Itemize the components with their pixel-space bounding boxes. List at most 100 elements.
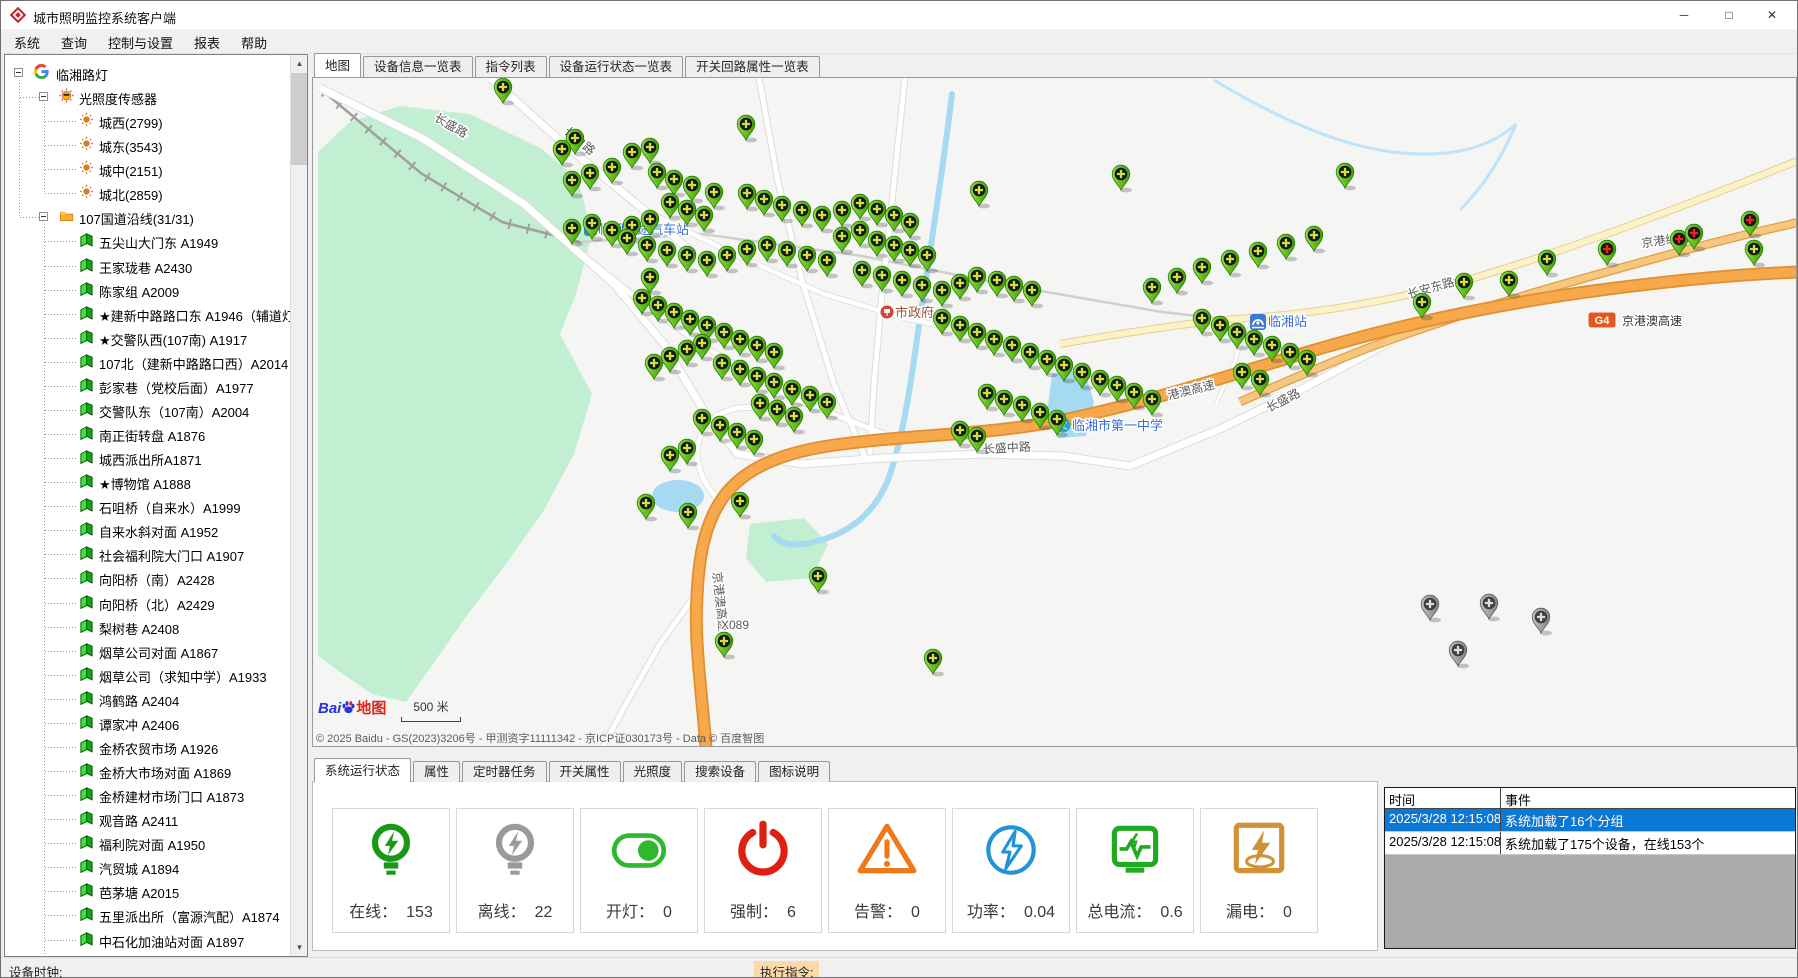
tree-label[interactable]: 石咀桥（自来水）A1999	[99, 498, 241, 517]
tree-item-1-19[interactable]: 鸿鹤路 A2404	[6, 687, 290, 711]
tree-label[interactable]: 向阳桥（南）A2428	[99, 570, 215, 589]
map-tab-0[interactable]: 地图	[314, 53, 361, 77]
map-canvas[interactable]: 长盛路长白路长盛中路长盛路长安东路京港线港澳高速京港澳高速X089 G4京港澳高…	[313, 78, 1797, 747]
tree-group-0[interactable]: 光照度传感器	[6, 85, 290, 109]
tree-label[interactable]: 金桥大市场对面 A1869	[99, 763, 231, 782]
tree-item-1-15[interactable]: 向阳桥（北）A2429	[6, 591, 290, 615]
tree-label[interactable]: 陈家组 A2009	[99, 282, 179, 301]
bottom-tab-6[interactable]: 图标说明	[758, 761, 830, 782]
maximize-button[interactable]: □	[1708, 1, 1750, 29]
event-log-col-event[interactable]: 事件	[1501, 788, 1795, 808]
tree-label[interactable]: ★博物馆 A1888	[99, 474, 191, 493]
tree-item-1-5[interactable]: 107北（建新中路路口西）A2014	[6, 350, 290, 374]
event-row-1[interactable]: 2025/3/28 12:15:08系统加载了175个设备，在线153个	[1385, 832, 1795, 855]
tree-label[interactable]: 城中(2151)	[99, 161, 163, 180]
tree-collapse-icon[interactable]	[14, 68, 23, 77]
scrollbar-thumb[interactable]	[291, 73, 308, 165]
tree-item-1-3[interactable]: ★建新中路路口东 A1946（辅道灯）	[6, 302, 290, 326]
tree-item-0-3[interactable]: 城北(2859)	[6, 181, 290, 205]
tree-item-1-0[interactable]: 五尖山大门东 A1949	[6, 229, 290, 253]
tree-label[interactable]: 汽贸城 A1894	[99, 859, 179, 878]
tree-label[interactable]: 城西派出所A1871	[99, 450, 202, 469]
tree-item-1-1[interactable]: 王家珑巷 A2430	[6, 254, 290, 278]
tree-label[interactable]: 五尖山大门东 A1949	[99, 233, 218, 252]
tree-item-1-14[interactable]: 向阳桥（南）A2428	[6, 566, 290, 590]
map-tab-4[interactable]: 开关回路属性一览表	[685, 56, 820, 77]
tree-item-1-12[interactable]: 自来水斜对面 A1952	[6, 518, 290, 542]
bottom-tab-3[interactable]: 开关属性	[549, 761, 621, 782]
tree-item-1-22[interactable]: 金桥大市场对面 A1869	[6, 759, 290, 783]
tree-item-1-9[interactable]: 城西派出所A1871	[6, 446, 290, 470]
tree-label[interactable]: 观音路 A2411	[99, 811, 178, 830]
tree-label[interactable]: ★交警队西(107南) A1917	[99, 330, 247, 349]
map-tab-1[interactable]: 设备信息一览表	[363, 56, 473, 77]
close-button[interactable]: ✕	[1751, 1, 1793, 29]
tree-label[interactable]: 中石化加油站对面 A1897	[99, 932, 244, 951]
tree-item-1-27[interactable]: 芭茅塘 A2015	[6, 879, 290, 903]
tree-label[interactable]: 王家珑巷 A2430	[99, 258, 192, 277]
scroll-up-icon[interactable]: ▲	[291, 55, 308, 72]
map-tab-2[interactable]: 指令列表	[475, 56, 547, 77]
tree-item-1-23[interactable]: 金桥建材市场门口 A1873	[6, 783, 290, 807]
event-log-col-time[interactable]: 时间	[1385, 788, 1501, 808]
tree-label[interactable]: 梨树巷 A2408	[99, 619, 179, 638]
tree-item-1-13[interactable]: 社会福利院大门口 A1907	[6, 542, 290, 566]
tree-item-1-18[interactable]: 烟草公司（求知中学）A1933	[6, 663, 290, 687]
tree-label[interactable]: 烟草公司（求知中学）A1933	[99, 667, 267, 686]
event-log[interactable]: 时间 事件 2025/3/28 12:15:08系统加载了16个分组2025/3…	[1384, 787, 1796, 949]
tree-label[interactable]: 交警队东（107南）A2004	[99, 402, 249, 421]
tree-item-1-28[interactable]: 五里派出所（富源汽配）A1874	[6, 903, 290, 927]
tree-label[interactable]: 鸿鹤路 A2404	[99, 691, 179, 710]
tree-label[interactable]: 五里派出所（富源汽配）A1874	[99, 907, 280, 926]
tree-item-1-11[interactable]: 石咀桥（自来水）A1999	[6, 494, 290, 518]
tree-label[interactable]: 南正街转盘 A1876	[99, 426, 205, 445]
tree-label[interactable]: 自来水斜对面 A1952	[99, 522, 218, 541]
tree-label[interactable]: 107国道沿线(31/31)	[79, 209, 194, 228]
tree-item-1-30[interactable]	[6, 952, 290, 956]
tree-label[interactable]: 福利院对面 A1950	[99, 835, 205, 854]
bottom-tab-2[interactable]: 定时器任务	[462, 761, 547, 782]
tree-item-1-20[interactable]: 谭家冲 A2406	[6, 711, 290, 735]
tree-label[interactable]: 临湘路灯	[56, 65, 108, 84]
tree-label[interactable]: 光照度传感器	[79, 89, 157, 108]
tree-label[interactable]: 彭家巷（党校后面）A1977	[99, 378, 254, 397]
tree-item-0-1[interactable]: 城东(3543)	[6, 133, 290, 157]
menu-item-2[interactable]: 控制与设置	[100, 29, 181, 56]
tree-label[interactable]: 城东(3543)	[99, 137, 163, 156]
tree-label[interactable]: 107北（建新中路路口西）A2014	[99, 354, 288, 373]
tree-label[interactable]: 社会福利院大门口 A1907	[99, 546, 244, 565]
tree-item-1-8[interactable]: 南正街转盘 A1876	[6, 422, 290, 446]
bottom-tab-1[interactable]: 属性	[413, 761, 460, 782]
scroll-down-icon[interactable]: ▼	[291, 939, 308, 956]
tree-label[interactable]: 谭家冲 A2406	[99, 715, 179, 734]
tree-item-1-6[interactable]: 彭家巷（党校后面）A1977	[6, 374, 290, 398]
menu-item-0[interactable]: 系统	[6, 29, 48, 56]
tree-group-1[interactable]: 107国道沿线(31/31)	[6, 205, 290, 229]
tree-collapse-icon[interactable]	[39, 92, 48, 101]
tree-item-1-26[interactable]: 汽贸城 A1894	[6, 855, 290, 879]
tree-label[interactable]: 城西(2799)	[99, 113, 163, 132]
tree-label[interactable]: 金桥建材市场门口 A1873	[99, 787, 244, 806]
event-row-0[interactable]: 2025/3/28 12:15:08系统加载了16个分组	[1385, 809, 1795, 832]
menu-item-4[interactable]: 帮助	[233, 29, 275, 56]
tree-label[interactable]: 金桥农贸市场 A1926	[99, 739, 218, 758]
bottom-tab-5[interactable]: 搜索设备	[684, 761, 756, 782]
tree-label[interactable]: 芭茅塘 A2015	[99, 883, 179, 902]
bottom-tab-0[interactable]: 系统运行状态	[314, 758, 411, 782]
tree-item-1-25[interactable]: 福利院对面 A1950	[6, 831, 290, 855]
tree-item-1-2[interactable]: 陈家组 A2009	[6, 278, 290, 302]
minimize-button[interactable]: ─	[1663, 1, 1705, 29]
tree-label[interactable]: 向阳桥（北）A2429	[99, 595, 215, 614]
tree-item-0-0[interactable]: 城西(2799)	[6, 109, 290, 133]
tree-label[interactable]: 烟草公司对面 A1867	[99, 643, 218, 662]
bottom-tab-4[interactable]: 光照度	[623, 761, 683, 782]
tree-item-1-4[interactable]: ★交警队西(107南) A1917	[6, 326, 290, 350]
map-tab-3[interactable]: 设备运行状态一览表	[549, 56, 684, 77]
tree-item-1-10[interactable]: ★博物馆 A1888	[6, 470, 290, 494]
tree-item-1-7[interactable]: 交警队东（107南）A2004	[6, 398, 290, 422]
tree-label[interactable]: 城北(2859)	[99, 185, 163, 204]
map-panel[interactable]: 长盛路长白路长盛中路长盛路长安东路京港线港澳高速京港澳高速X089 G4京港澳高…	[312, 77, 1797, 747]
tree-label[interactable]: ★建新中路路口东 A1946（辅道灯）	[99, 306, 290, 325]
tree-item-1-16[interactable]: 梨树巷 A2408	[6, 615, 290, 639]
tree-item-1-24[interactable]: 观音路 A2411	[6, 807, 290, 831]
